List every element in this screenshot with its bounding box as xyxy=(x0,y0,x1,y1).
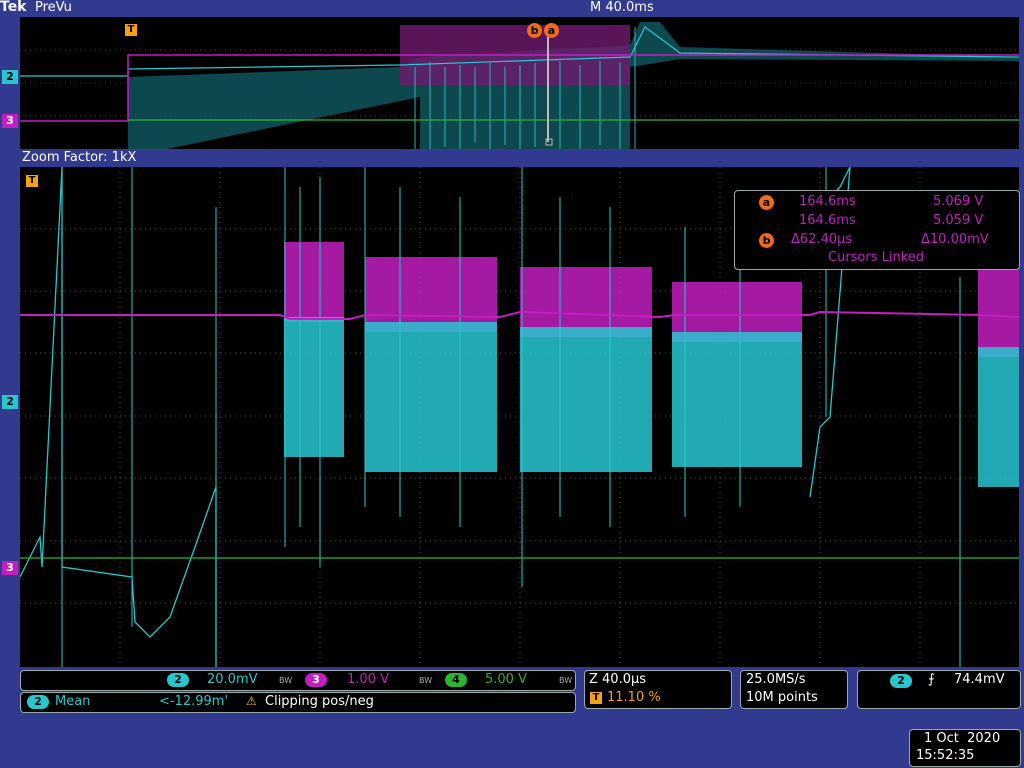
trigger-box[interactable]: 2 ⨍ 74.4mV xyxy=(857,670,1021,709)
cursor-a-time: 164.6ms xyxy=(799,194,856,209)
cursor-delta-volt: Δ10.00mV xyxy=(921,232,989,247)
warning-icon: ⚠ xyxy=(246,694,257,708)
sample-rate: 25.0MS/s xyxy=(746,672,806,687)
zoom-info-trigger-icon: T xyxy=(590,692,602,704)
cursor-delta-time: Δ62.40µs xyxy=(791,232,853,247)
channel-scale-bar[interactable]: 2 20.0mV BW 3 1.00 V BW 4 5.00 V BW xyxy=(20,670,576,691)
overview-cursor-a-icon[interactable]: a xyxy=(544,23,559,38)
ch2-bw-icon: BW xyxy=(279,676,293,685)
date-label: 1 Oct 2020 xyxy=(924,731,1001,746)
time-label: 15:52:35 xyxy=(916,748,975,763)
overview-ch2-marker[interactable]: 2 xyxy=(2,70,18,84)
cursor-a-volt: 5.069 V xyxy=(933,194,984,209)
cursors-linked-label: Cursors Linked xyxy=(828,250,925,265)
overview-cursor-b-icon[interactable]: b xyxy=(527,23,542,38)
cursor-b-time: 164.6ms xyxy=(799,213,856,228)
cursor-a-icon: a xyxy=(759,195,774,210)
brand-logo: Tek xyxy=(0,0,27,15)
acquisition-mode: PreVu xyxy=(35,0,72,15)
ch3-bw-icon: BW xyxy=(419,676,433,685)
measure-value: <-12.99m' xyxy=(159,694,229,709)
ch4-bw-icon: BW xyxy=(559,676,573,685)
ch3-chip[interactable]: 3 xyxy=(305,673,327,687)
measure-name: Mean xyxy=(55,694,91,709)
ch3-scale[interactable]: 1.00 V xyxy=(347,672,389,687)
ch2-bursts xyxy=(284,317,1019,487)
trigger-slope-icon: ⨍ xyxy=(928,672,935,687)
zoom-ch2-marker[interactable]: 2 xyxy=(2,395,18,409)
ch2-scale[interactable]: 20.0mV xyxy=(207,672,258,687)
zoom-ch3-marker[interactable]: 3 xyxy=(2,561,18,575)
measure-warning: Clipping pos/neg xyxy=(265,694,374,709)
measurement-bar[interactable]: 2 Mean <-12.99m' ⚠ Clipping pos/neg xyxy=(20,692,576,713)
ch2-trace xyxy=(20,167,217,667)
datetime-box: 1 Oct 2020 15:52:35 xyxy=(909,729,1021,767)
cursor-b-icon: b xyxy=(759,233,774,248)
ch2-chip[interactable]: 2 xyxy=(167,673,189,687)
overview-waveform-panel[interactable] xyxy=(20,17,1019,149)
cursor-readout-panel: a 164.6ms 5.069 V 164.6ms 5.059 V b Δ62.… xyxy=(734,190,1020,270)
top-bar xyxy=(0,0,1024,17)
trigger-source-chip: 2 xyxy=(890,674,912,688)
ch4-scale[interactable]: 5.00 V xyxy=(485,672,527,687)
overview-ch3-marker[interactable]: 3 xyxy=(2,114,18,128)
record-length: 10M points xyxy=(746,690,818,705)
zoom-info-box[interactable]: Z 40.0µs T 11.10 % xyxy=(584,670,732,709)
overview-trigger-marker[interactable]: T xyxy=(125,24,137,36)
acquisition-box[interactable]: 25.0MS/s 10M points xyxy=(740,670,848,709)
cursor-b-volt: 5.059 V xyxy=(933,213,984,228)
zoom-position: 11.10 % xyxy=(607,690,661,705)
zoom-time: Z 40.0µs xyxy=(589,672,647,687)
timebase-readout[interactable]: M 40.0ms xyxy=(590,0,654,15)
ch4-chip[interactable]: 4 xyxy=(445,673,467,687)
zoom-trigger-marker[interactable]: T xyxy=(26,175,38,187)
trigger-level: 74.4mV xyxy=(954,672,1005,687)
zoom-factor-label: Zoom Factor: 1kX xyxy=(22,150,137,165)
measure-ch2-chip: 2 xyxy=(27,695,49,709)
